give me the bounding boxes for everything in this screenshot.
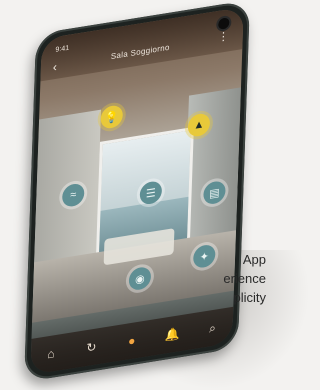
caption-line: App xyxy=(242,252,266,267)
bell-icon[interactable]: 🔔 xyxy=(163,324,182,345)
more-icon[interactable]: ⋮ xyxy=(218,29,229,44)
screen-title: Sala Soggiorno xyxy=(110,42,170,62)
lamp-icon: ▲ xyxy=(193,118,205,132)
curtain-icon: ▤ xyxy=(209,186,220,201)
back-arrow-icon[interactable]: ‹ xyxy=(53,59,65,75)
speaker-icon: ◉ xyxy=(134,272,145,286)
promo-caption: App erience plicity xyxy=(206,250,266,307)
caption-line: erience xyxy=(223,271,266,286)
caption-line: plicity xyxy=(233,290,266,305)
app-screen: 9:41 ‹ Sala Soggiorno ⋮ 💡 ▲ ≈ ☰ ▤ ◉ ✦ ⌂ … xyxy=(30,6,244,376)
refresh-icon[interactable]: ↻ xyxy=(82,337,101,358)
home-icon[interactable]: ⌂ xyxy=(42,343,61,364)
smartphone: 9:41 ‹ Sala Soggiorno ⋮ 💡 ▲ ≈ ☰ ▤ ◉ ✦ ⌂ … xyxy=(24,0,250,383)
light-hotspot[interactable]: 💡 xyxy=(100,104,124,130)
status-time: 9:41 xyxy=(55,44,70,54)
bulb-icon: 💡 xyxy=(104,110,119,125)
thermostat-icon: ≈ xyxy=(70,188,77,202)
dot-icon[interactable]: ● xyxy=(122,330,141,351)
blind-icon: ☰ xyxy=(145,186,156,201)
search-icon[interactable]: ⌕ xyxy=(203,318,222,339)
